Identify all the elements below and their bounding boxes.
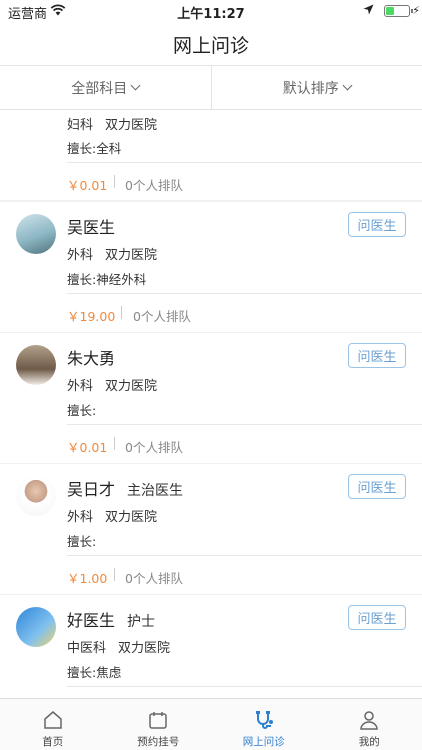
consult-price: ￥0.01 <box>67 440 108 455</box>
doctor-department: 外科 <box>67 510 94 525</box>
doctor-avatar <box>16 476 56 516</box>
doctor-hospital: 双力医院 <box>105 510 158 525</box>
doctor-specialty: 擅长:神经外科 <box>67 272 147 287</box>
ask-doctor-button[interactable]: 问医生 <box>348 343 406 368</box>
page-title: 网上问诊 <box>172 35 249 57</box>
doctor-hospital: 双力医院 <box>105 248 158 263</box>
chevron-down-icon <box>130 80 141 91</box>
sort-filter[interactable]: 默认排序 <box>210 66 422 109</box>
divider <box>67 293 422 294</box>
department-filter-label: 全部科目 <box>71 80 128 97</box>
doctor-department-hospital: 中医科 双力医院 <box>67 637 170 656</box>
chevron-down-icon <box>342 80 353 91</box>
tab-home[interactable]: 首页 <box>0 699 106 750</box>
doctor-specialty: 擅长:焦虑 <box>67 665 122 680</box>
divider <box>114 175 115 188</box>
doctor-department: 外科 <box>67 379 94 394</box>
doctor-specialty: 擅长:全科 <box>67 141 122 156</box>
doctor-avatar <box>16 607 56 647</box>
doctor-name: 好医生 护士 <box>67 607 155 631</box>
doctor-name: 吴日才 主治医生 <box>67 476 183 500</box>
doctor-hospital: 双力医院 <box>105 118 158 133</box>
divider <box>67 555 422 556</box>
consult-price: ￥1.00 <box>67 571 108 586</box>
charging-icon: ⚡ <box>412 4 420 17</box>
consult-price: ￥19.00 <box>67 309 116 324</box>
tab-label: 我的 <box>358 736 380 748</box>
tab-label: 首页 <box>42 736 64 748</box>
doctor-department: 外科 <box>67 248 94 263</box>
consult-icon <box>253 709 275 731</box>
doctor-name: 朱大勇 <box>67 349 116 368</box>
doctor-card[interactable]: 吴医生 问医生 外科 双力医院 擅长:神经外科 ￥19.00 0个人排队 <box>0 202 422 332</box>
tab-online-consult[interactable]: 网上问诊 <box>211 699 317 750</box>
doctor-department-hospital: 外科 双力医院 <box>67 506 157 525</box>
ask-doctor-button[interactable]: 问医生 <box>348 474 406 499</box>
doctor-name-text: 好医生 <box>67 611 116 630</box>
doctor-list[interactable]: 妇科 双力医院 擅长:全科 ￥0.01 0个人排队 吴医生 问医生 外科 双力医院 … <box>0 110 422 698</box>
profile-icon <box>358 709 380 731</box>
doctor-department-hospital: 妇科 双力医院 <box>67 114 157 133</box>
queue-count: 0个人排队 <box>133 309 191 324</box>
queue-count: 0个人排队 <box>125 178 183 193</box>
doctor-hospital: 双力医院 <box>118 641 171 656</box>
calendar-icon <box>147 709 169 731</box>
divider <box>67 162 422 163</box>
doctor-title: 护士 <box>127 614 156 630</box>
doctor-avatar <box>16 345 56 385</box>
doctor-department-hospital: 外科 双力医院 <box>67 244 157 263</box>
divider <box>67 424 422 425</box>
divider <box>114 568 115 581</box>
doctor-title: 主治医生 <box>127 483 184 499</box>
ask-doctor-button[interactable]: 问医生 <box>348 212 406 237</box>
doctor-card[interactable]: 朱大勇 问医生 外科 双力医院 擅长: ￥0.01 0个人排队 <box>0 333 422 463</box>
doctor-hospital: 双力医院 <box>105 379 158 394</box>
doctor-avatar <box>16 214 56 254</box>
tab-profile[interactable]: 我的 <box>317 699 422 750</box>
department-filter[interactable]: 全部科目 <box>0 66 211 109</box>
home-icon <box>42 709 64 731</box>
divider <box>121 306 122 319</box>
doctor-department: 妇科 <box>67 118 94 133</box>
doctor-name-text: 吴日才 <box>67 480 116 499</box>
ask-doctor-button[interactable]: 问医生 <box>348 605 406 630</box>
status-bar: 运营商 上午11:27 ⚡ <box>0 0 422 22</box>
filter-bar: 全部科目 默认排序 <box>0 66 422 110</box>
doctor-specialty: 擅长: <box>67 403 97 418</box>
clock: 上午11:27 <box>177 7 245 22</box>
nav-bar: 网上问诊 <box>0 22 422 66</box>
doctor-department-hospital: 外科 双力医院 <box>67 375 157 394</box>
divider <box>67 686 422 687</box>
tab-label: 网上问诊 <box>242 736 285 748</box>
doctor-card[interactable]: 妇科 双力医院 擅长:全科 ￥0.01 0个人排队 <box>0 110 422 200</box>
battery-icon <box>384 5 413 17</box>
doctor-name: 吴医生 <box>67 218 116 237</box>
doctor-specialty: 擅长: <box>67 534 97 549</box>
doctor-department: 中医科 <box>67 641 107 656</box>
queue-count: 0个人排队 <box>125 440 183 455</box>
tab-bar: 首页 预约挂号 网上问诊 我的 <box>0 698 422 750</box>
consult-price: ￥0.01 <box>67 178 108 193</box>
queue-count: 0个人排队 <box>125 571 183 586</box>
divider <box>114 437 115 450</box>
doctor-card[interactable]: 好医生 护士 问医生 中医科 双力医院 擅长:焦虑 <box>0 595 422 698</box>
location-icon <box>363 4 374 19</box>
tab-label: 预约挂号 <box>137 736 180 748</box>
doctor-card[interactable]: 吴日才 主治医生 问医生 外科 双力医院 擅长: ￥1.00 0个人排队 <box>0 464 422 594</box>
tab-appointment[interactable]: 预约挂号 <box>106 699 212 750</box>
sort-filter-label: 默认排序 <box>282 80 339 97</box>
